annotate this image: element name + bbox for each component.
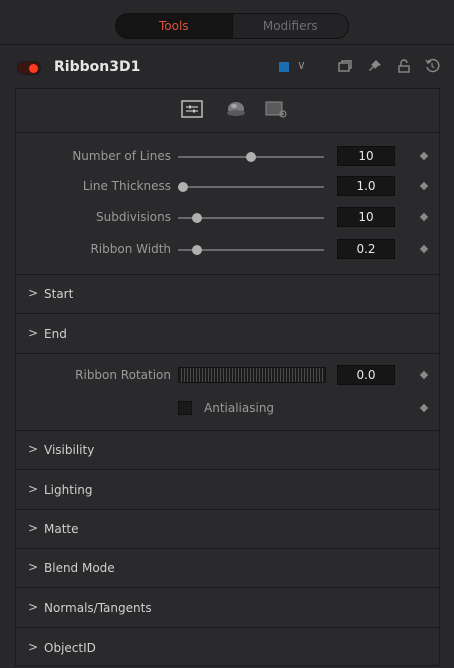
chevron-right-icon: >	[28, 560, 39, 574]
tool-enable-toggle[interactable]	[17, 61, 41, 75]
line-thickness-label: Line Thickness	[82, 179, 171, 193]
slider-thumb[interactable]	[178, 182, 188, 192]
inspector-tabs	[16, 89, 439, 133]
keyframe-icon[interactable]	[419, 403, 429, 413]
number-of-lines-input[interactable]: 10	[337, 146, 395, 166]
section-end[interactable]: > End	[16, 315, 439, 354]
tool-name: Ribbon3D1	[54, 59, 141, 75]
controls-tab-icon[interactable]	[180, 99, 204, 119]
chevron-right-icon: >	[28, 482, 39, 496]
subdivisions-row: Subdivisions 10	[16, 202, 439, 232]
number-of-lines-row: Number of Lines 10	[16, 141, 439, 171]
chevron-down-icon[interactable]: ∨	[297, 58, 306, 72]
tab-tools[interactable]: Tools	[116, 14, 232, 38]
slider-thumb[interactable]	[246, 152, 256, 162]
section-title: Lighting	[44, 483, 93, 497]
subdivisions-label: Subdivisions	[95, 210, 171, 224]
section-normals-tangents[interactable]: > Normals/Tangents	[16, 589, 439, 628]
subdivisions-input[interactable]: 10	[337, 207, 395, 227]
tool-color-swatch[interactable]	[279, 62, 289, 72]
keyframe-icon[interactable]	[419, 151, 429, 161]
ribbon-width-label: Ribbon Width	[90, 242, 171, 256]
tab-modifiers[interactable]: Modifiers	[231, 14, 348, 38]
section-visibility[interactable]: > Visibility	[16, 431, 439, 470]
pin-icon[interactable]	[367, 58, 383, 74]
inspector-panel: Number of Lines 10 Line Thickness 1.0 Su…	[15, 88, 440, 666]
line-thickness-input[interactable]: 1.0	[337, 176, 395, 196]
section-objectid[interactable]: > ObjectID	[16, 629, 439, 668]
ribbon-width-input[interactable]: 0.2	[337, 239, 395, 259]
section-title: End	[44, 327, 67, 341]
keyframe-icon[interactable]	[419, 370, 429, 380]
tab-group: Tools Modifiers	[115, 13, 349, 39]
section-matte[interactable]: > Matte	[16, 510, 439, 549]
line-thickness-slider[interactable]	[178, 182, 324, 192]
section-title: Start	[44, 287, 74, 301]
line-thickness-row: Line Thickness 1.0	[16, 171, 439, 201]
materials-tab-icon[interactable]	[224, 99, 248, 119]
slider-thumb[interactable]	[191, 245, 202, 255]
chevron-right-icon: >	[28, 442, 39, 456]
section-lighting[interactable]: > Lighting	[16, 471, 439, 510]
section-blend-mode[interactable]: > Blend Mode	[16, 549, 439, 588]
top-bar: Tools Modifiers	[0, 0, 454, 44]
chevron-right-icon: >	[28, 326, 39, 340]
antialiasing-label: Antialiasing	[204, 401, 275, 415]
ribbon-rotation-input[interactable]: 0.0	[337, 365, 395, 385]
section-start[interactable]: > Start	[16, 275, 439, 314]
section-title: Matte	[44, 522, 79, 536]
keyframe-icon[interactable]	[419, 244, 429, 254]
chevron-right-icon: >	[28, 640, 39, 654]
antialiasing-checkbox[interactable]	[178, 401, 192, 415]
versions-icon[interactable]	[337, 58, 353, 74]
ribbon-width-row: Ribbon Width 0.2	[16, 234, 439, 264]
keyframe-icon[interactable]	[419, 181, 429, 191]
number-of-lines-label: Number of Lines	[72, 149, 171, 163]
section-title: Blend Mode	[44, 561, 115, 575]
ribbon-rotation-row: Ribbon Rotation 0.0	[16, 360, 439, 390]
section-title: Normals/Tangents	[44, 601, 152, 615]
section-title: Visibility	[44, 443, 95, 457]
settings-tab-icon[interactable]	[264, 99, 288, 119]
subdivisions-slider[interactable]	[178, 213, 324, 223]
ribbon-rotation-label: Ribbon Rotation	[75, 368, 171, 382]
slider-thumb[interactable]	[191, 213, 202, 223]
reset-icon[interactable]	[424, 58, 440, 74]
ribbon-width-slider[interactable]	[178, 245, 324, 255]
ribbon-rotation-thumbwheel[interactable]	[178, 367, 326, 383]
chevron-right-icon: >	[28, 521, 39, 535]
toggle-knob	[29, 64, 38, 73]
section-title: ObjectID	[44, 641, 96, 655]
keyframe-icon[interactable]	[419, 212, 429, 222]
lock-icon[interactable]	[396, 58, 412, 74]
antialiasing-row: Antialiasing	[16, 393, 439, 423]
chevron-right-icon: >	[28, 600, 39, 614]
number-of-lines-slider[interactable]	[178, 152, 324, 162]
chevron-right-icon: >	[28, 286, 39, 300]
